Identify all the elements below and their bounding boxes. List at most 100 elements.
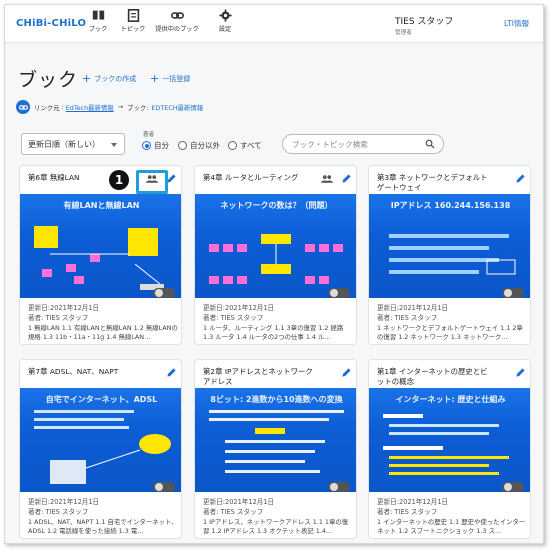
create-book-button[interactable]: + ブックの作成 [82, 72, 136, 85]
card-updated: 更新日:2021年12月1日 [203, 498, 275, 506]
plus-icon: + [82, 72, 92, 85]
radio-others[interactable]: 自分以外 [178, 140, 220, 151]
plus-icon: + [150, 72, 160, 85]
card-author: 著者: TIES スタッフ [28, 314, 89, 322]
card-author: 著者: TIES スタッフ [203, 508, 264, 516]
card-author: 著者: TIES スタッフ [28, 508, 89, 516]
card-thumbnail: IPアドレス 160.244.156.138 [369, 194, 530, 298]
bulk-register-label: 一括登録 [162, 74, 191, 83]
edit-pencil-icon[interactable] [166, 367, 177, 378]
card-updated: 更新日:2021年12月1日 [377, 304, 449, 312]
nav-settings-label: 設定 [218, 26, 232, 33]
nav-topic-label: トピック [120, 26, 146, 33]
radio-all-label: すべて [240, 141, 262, 150]
callout-number: 1 [109, 170, 129, 190]
edit-pencil-icon[interactable] [515, 173, 526, 184]
app-header: CHiBi-CHiLO ブック トピック 提供中のブック 設定 TIES スタッ… [5, 5, 543, 43]
arrow-icon: → [117, 103, 124, 111]
radio-mine-label: 自分 [154, 141, 169, 150]
card-title: 第2章 IPアドレスとネットワークアドレス [203, 367, 313, 386]
nav-settings[interactable]: 設定 [203, 9, 247, 33]
sort-select[interactable]: 更新日順（新しい） [21, 133, 125, 155]
card-updated: 更新日:2021年12月1日 [28, 498, 100, 506]
callout-highlight-box [136, 170, 168, 194]
radio-others-label: 自分以外 [190, 141, 220, 150]
bulk-register-button[interactable]: + 一括登録 [150, 72, 190, 85]
link-icon [170, 12, 184, 19]
publish-toggle[interactable] [328, 482, 350, 492]
card-thumbnail: 自宅でインターネット、ADSL [20, 388, 181, 492]
radio-all[interactable]: すべて [228, 140, 262, 151]
card-description: 1 ネットワークとデフォルトゲートウェイ 1.1 2章の復習 1.2 ネットワー… [377, 324, 523, 341]
share-users-icon[interactable] [321, 174, 333, 184]
user-info[interactable]: TIES スタッフ 管理者 [395, 14, 453, 36]
card-updated: 更新日:2021年12月1日 [377, 498, 449, 506]
card-description: 1 ルータ、ルーティング 1.1 3章の復習 1.2 経路 1.3 ルータ 1.… [203, 324, 344, 341]
nav-shared-book[interactable]: 提供中のブック [155, 9, 199, 33]
page-title: ブック [18, 69, 79, 91]
thumb-illustration [383, 414, 509, 475]
card-title: 第3章 ネットワークとデフォルトゲートウェイ [377, 173, 488, 192]
card-author: 著者: TIES スタッフ [377, 314, 438, 322]
edit-pencil-icon[interactable] [341, 173, 352, 184]
card-description: 1 無線LAN 1.1 有線LANと無線LAN 1.2 無線LANの規格 1.3… [28, 324, 178, 341]
publish-toggle[interactable] [502, 288, 524, 298]
thumb-illustration [209, 410, 344, 473]
topic-icon [127, 9, 139, 22]
nav-book-label: ブック [88, 26, 108, 33]
search-placeholder: ブック・トピック検索 [292, 140, 368, 149]
link-source[interactable]: EdTech最新情報 [66, 103, 114, 112]
link-source-label: リンク元 [34, 103, 60, 112]
book-card[interactable]: 第1章 インターネットの歴史とビットの概念 インターネット: 歴史と仕組み 更新… [368, 359, 531, 539]
card-description: 1 IPアドレス、ネットワークアドレス 1.1 1章の復習 1.2 IPアドレス… [203, 518, 349, 535]
card-thumbnail: 有線LANと無線LAN [20, 194, 181, 298]
card-updated: 更新日:2021年12月1日 [203, 304, 275, 312]
card-description: 1 インターネットの歴史 1.1 歴史や使ったインターネット 1.2 スプートニ… [377, 518, 526, 535]
card-author: 著者: TIES スタッフ [377, 508, 438, 516]
radio-dot [178, 141, 187, 150]
app-window: CHiBi-CHiLO ブック トピック 提供中のブック 設定 TIES スタッ… [4, 4, 544, 544]
book-target-label: ブック: [127, 103, 149, 112]
nav-shared-book-label: 提供中のブック [155, 26, 199, 33]
search-icon [425, 139, 435, 149]
book-icon [92, 10, 104, 20]
radio-dot-selected [142, 141, 151, 150]
publish-toggle[interactable] [153, 482, 175, 492]
card-title: 第1章 インターネットの歴史とビットの概念 [377, 367, 488, 386]
user-name: TIES スタッフ [395, 17, 454, 27]
chevron-down-icon [111, 143, 117, 147]
link-badge-icon [16, 100, 30, 114]
book-card[interactable]: 第2章 IPアドレスとネットワークアドレス 8ビット: 2進数から10進数への変… [194, 359, 357, 539]
card-updated: 更新日:2021年12月1日 [28, 304, 100, 312]
radio-mine[interactable]: 自分 [142, 140, 169, 151]
gear-icon [218, 9, 232, 22]
thumb-illustration [34, 410, 171, 484]
radio-dot [228, 141, 237, 150]
sort-value: 更新日順（新しい） [28, 140, 100, 149]
lti-info-link[interactable]: LTI情報 [504, 18, 529, 29]
card-title: 第7章 ADSL、NAT、NAPT [28, 367, 119, 376]
thumb-illustration [34, 226, 164, 290]
thumb-illustration [389, 234, 516, 275]
card-thumbnail: インターネット: 歴史と仕組み [369, 388, 530, 492]
publish-toggle[interactable] [502, 482, 524, 492]
publish-toggle[interactable] [328, 288, 350, 298]
book-card[interactable]: 第7章 ADSL、NAT、NAPT 自宅でインターネット、ADSL 更新日:20… [19, 359, 182, 539]
thumb-illustration [209, 234, 343, 284]
edit-pencil-icon[interactable] [341, 367, 352, 378]
search-input[interactable]: ブック・トピック検索 [282, 134, 444, 154]
nav-topic[interactable]: トピック [111, 9, 155, 33]
publish-toggle[interactable] [153, 288, 175, 298]
book-card[interactable]: 第3章 ネットワークとデフォルトゲートウェイ IPアドレス 160.244.15… [368, 165, 531, 345]
card-title: 第4章 ルータとルーティング [203, 173, 299, 182]
edit-pencil-icon[interactable] [515, 367, 526, 378]
card-thumbnail: ネットワークの数は？（問題） [195, 194, 356, 298]
card-thumbnail: 8ビット: 2進数から10進数への変換 [195, 388, 356, 492]
card-author: 著者: TIES スタッフ [203, 314, 264, 322]
user-role: 管理者 [395, 30, 412, 36]
book-card[interactable]: 第4章 ルータとルーティング ネットワークの数は？（問題） 更新日:2021年1… [194, 165, 357, 345]
book-target[interactable]: EDTECH最新情報 [151, 103, 203, 112]
card-description: 1 ADSL、NAT、NAPT 1.1 自宅でインターネット、ADSL 1.2 … [28, 518, 178, 535]
link-info: リンク元 : EdTech最新情報 → ブック: EDTECH最新情報 [16, 100, 203, 114]
owner-filter-label: 著者 [143, 132, 155, 138]
